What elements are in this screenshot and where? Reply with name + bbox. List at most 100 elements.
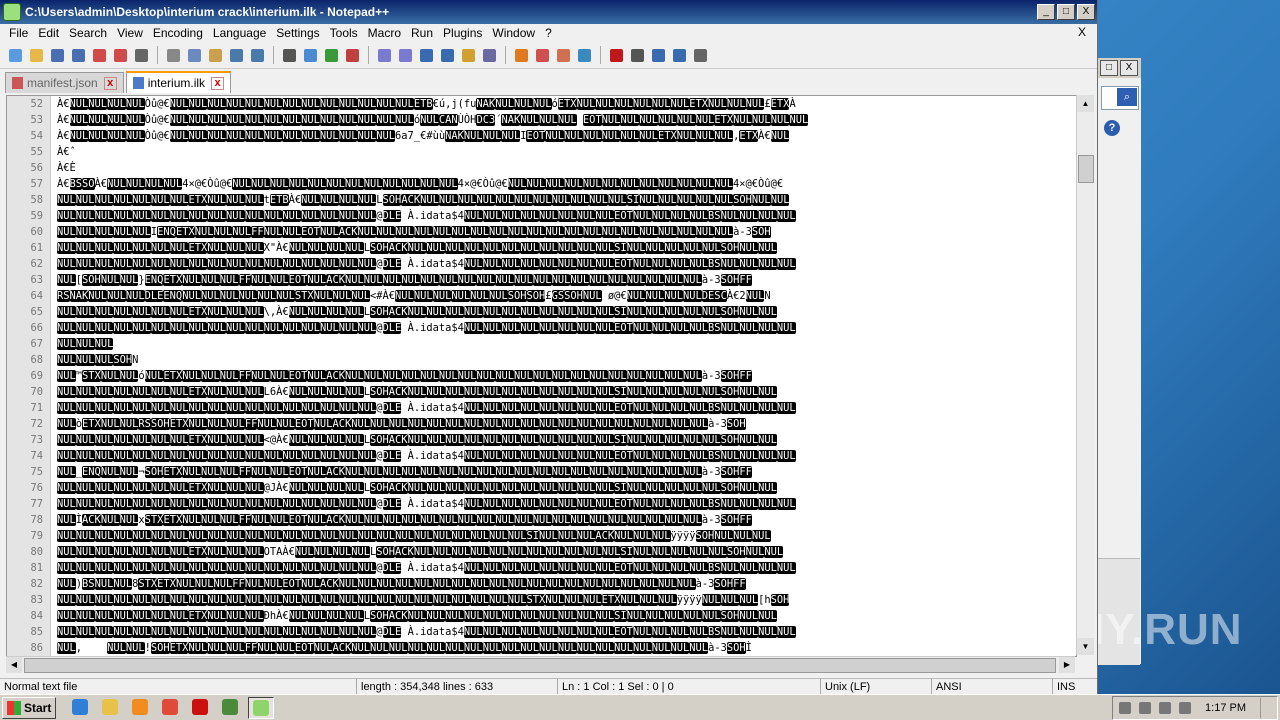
taskbar-app[interactable] [98,697,122,717]
close-document-button[interactable]: X [1073,25,1091,39]
menu-plugins[interactable]: Plugins [438,26,487,40]
close-button[interactable]: X [1077,4,1095,20]
taskbar-app[interactable] [218,697,242,717]
save-icon[interactable] [48,46,67,65]
play-macro-icon[interactable] [649,46,668,65]
scroll-thumb[interactable] [24,658,1056,673]
function-list-icon[interactable] [533,46,552,65]
tab-close-icon[interactable]: x [211,76,225,90]
menu-help[interactable]: ? [540,26,557,40]
line-number: 64 [30,290,43,302]
scroll-left-icon[interactable]: ◀ [6,657,22,673]
search-icon[interactable]: ⌕ [1117,88,1137,106]
run-macro-multiple-icon[interactable] [670,46,689,65]
line-number: 60 [30,226,43,238]
menu-settings[interactable]: Settings [271,26,324,40]
new-icon[interactable] [6,46,25,65]
print-icon[interactable] [132,46,151,65]
save-macro-icon[interactable] [691,46,710,65]
tab-manifest-json[interactable]: manifest.json x [5,72,124,93]
taskbar-app[interactable] [188,697,212,717]
text-editor[interactable]: 52 À€NULNULNULNULÒû@€NULNULNULNULNULNULNU… [6,95,1077,657]
vertical-scrollbar[interactable]: ▲ ▼ [1076,95,1094,655]
flag-icon[interactable] [1139,702,1152,714]
scroll-up-icon[interactable]: ▲ [1077,95,1094,112]
close-all-icon[interactable] [111,46,130,65]
chrome-icon [162,699,179,715]
line-text: À€NULNULNULNULÒû@€NULNULNULNULNULNULNULN… [57,114,809,126]
scroll-down-icon[interactable]: ▼ [1077,638,1094,655]
sync-h-icon[interactable] [396,46,415,65]
start-button[interactable]: Start [2,697,57,719]
menu-run[interactable]: Run [406,26,438,40]
doc-map-icon[interactable] [512,46,531,65]
network-icon[interactable] [1159,702,1172,714]
toolbar-separator [600,46,601,64]
menu-tools[interactable]: Tools [325,26,363,40]
horizontal-scrollbar[interactable]: ◀ ▶ [6,656,1075,673]
tab-close-icon[interactable]: x [103,76,117,90]
line-text: NUL, NULNUL!SOHETXNULNULNULFFNULNULEOTNU… [57,642,752,654]
monitor-icon[interactable] [575,46,594,65]
volume-icon[interactable] [1179,702,1192,714]
editor-line: 70 NULNULNULNULNULNULNULETXNULNULNULL6À€N… [7,384,1076,400]
folder-as-workspace-icon[interactable] [554,46,573,65]
cut-icon[interactable] [164,46,183,65]
close-icon[interactable] [90,46,109,65]
show-desktop-button[interactable] [1260,698,1271,718]
close-icon[interactable]: X [1120,60,1138,76]
menu-search[interactable]: Search [64,26,112,40]
show-all-chars-icon[interactable] [438,46,457,65]
line-number: 76 [30,482,43,494]
line-text: NULNULNULNULNULNULNULNULNULNULNULNULNULN… [57,530,771,542]
sync-v-icon[interactable] [375,46,394,65]
editor-line: 81 NULNULNULNULNULNULNULNULNULNULNULNULNU… [7,560,1076,576]
indent-guide-icon[interactable] [459,46,478,65]
redo-icon[interactable] [248,46,267,65]
maximize-icon[interactable]: □ [1100,60,1118,76]
menu-window[interactable]: Window [487,26,540,40]
taskbar-app[interactable] [248,697,275,719]
editor-line: 86 NUL, NULNUL!SOHETXNULNULNULFFNULNULEOT… [7,640,1076,656]
find-icon[interactable] [280,46,299,65]
menu-edit[interactable]: Edit [33,26,64,40]
menu-file[interactable]: File [4,26,33,40]
udl-icon[interactable] [480,46,499,65]
menu-view[interactable]: View [112,26,148,40]
maximize-button[interactable]: □ [1057,4,1075,20]
scroll-right-icon[interactable]: ▶ [1059,657,1075,673]
minimize-button[interactable]: _ [1037,4,1055,20]
menu-macro[interactable]: Macro [363,26,406,40]
save-all-icon[interactable] [69,46,88,65]
paste-icon[interactable] [206,46,225,65]
line-number: 53 [30,114,43,126]
stop-record-icon[interactable] [628,46,647,65]
line-number: 82 [30,578,43,590]
taskbar-app[interactable] [128,697,152,717]
taskbar-app[interactable] [68,697,92,717]
open-icon[interactable] [27,46,46,65]
menu-encoding[interactable]: Encoding [148,26,208,40]
zoom-out-icon[interactable] [343,46,362,65]
line-text: NULNULNULNULNULNULNULNULNULNULNULNULNULN… [57,450,796,462]
line-text: NULÌACKNULNULxSTXETXNULNULNULFFNULNULEOT… [57,514,752,526]
copy-icon[interactable] [185,46,204,65]
scroll-thumb[interactable] [1078,155,1094,183]
wrap-icon[interactable] [417,46,436,65]
help-icon[interactable]: ? [1104,120,1120,136]
tab-bar: manifest.json x interium.ilk x [0,69,1097,93]
menu-language[interactable]: Language [208,26,271,40]
replace-icon[interactable] [301,46,320,65]
tray-arrow-icon[interactable] [1119,702,1132,714]
opera-icon [192,699,209,715]
editor-line: 68 NULNULNULSOHN [7,352,1076,368]
search-box[interactable]: ⌕ [1101,86,1139,110]
line-number: 83 [30,594,43,606]
zoom-in-icon[interactable] [322,46,341,65]
record-macro-icon[interactable] [607,46,626,65]
clock[interactable]: 1:17 PM [1205,702,1246,714]
undo-icon[interactable] [227,46,246,65]
tab-interium-ilk[interactable]: interium.ilk x [125,71,232,93]
line-text: NULNULNULNULNULNULNULETXNULNULNULOTAÀ€NU… [57,546,784,558]
taskbar-app[interactable] [158,697,182,717]
